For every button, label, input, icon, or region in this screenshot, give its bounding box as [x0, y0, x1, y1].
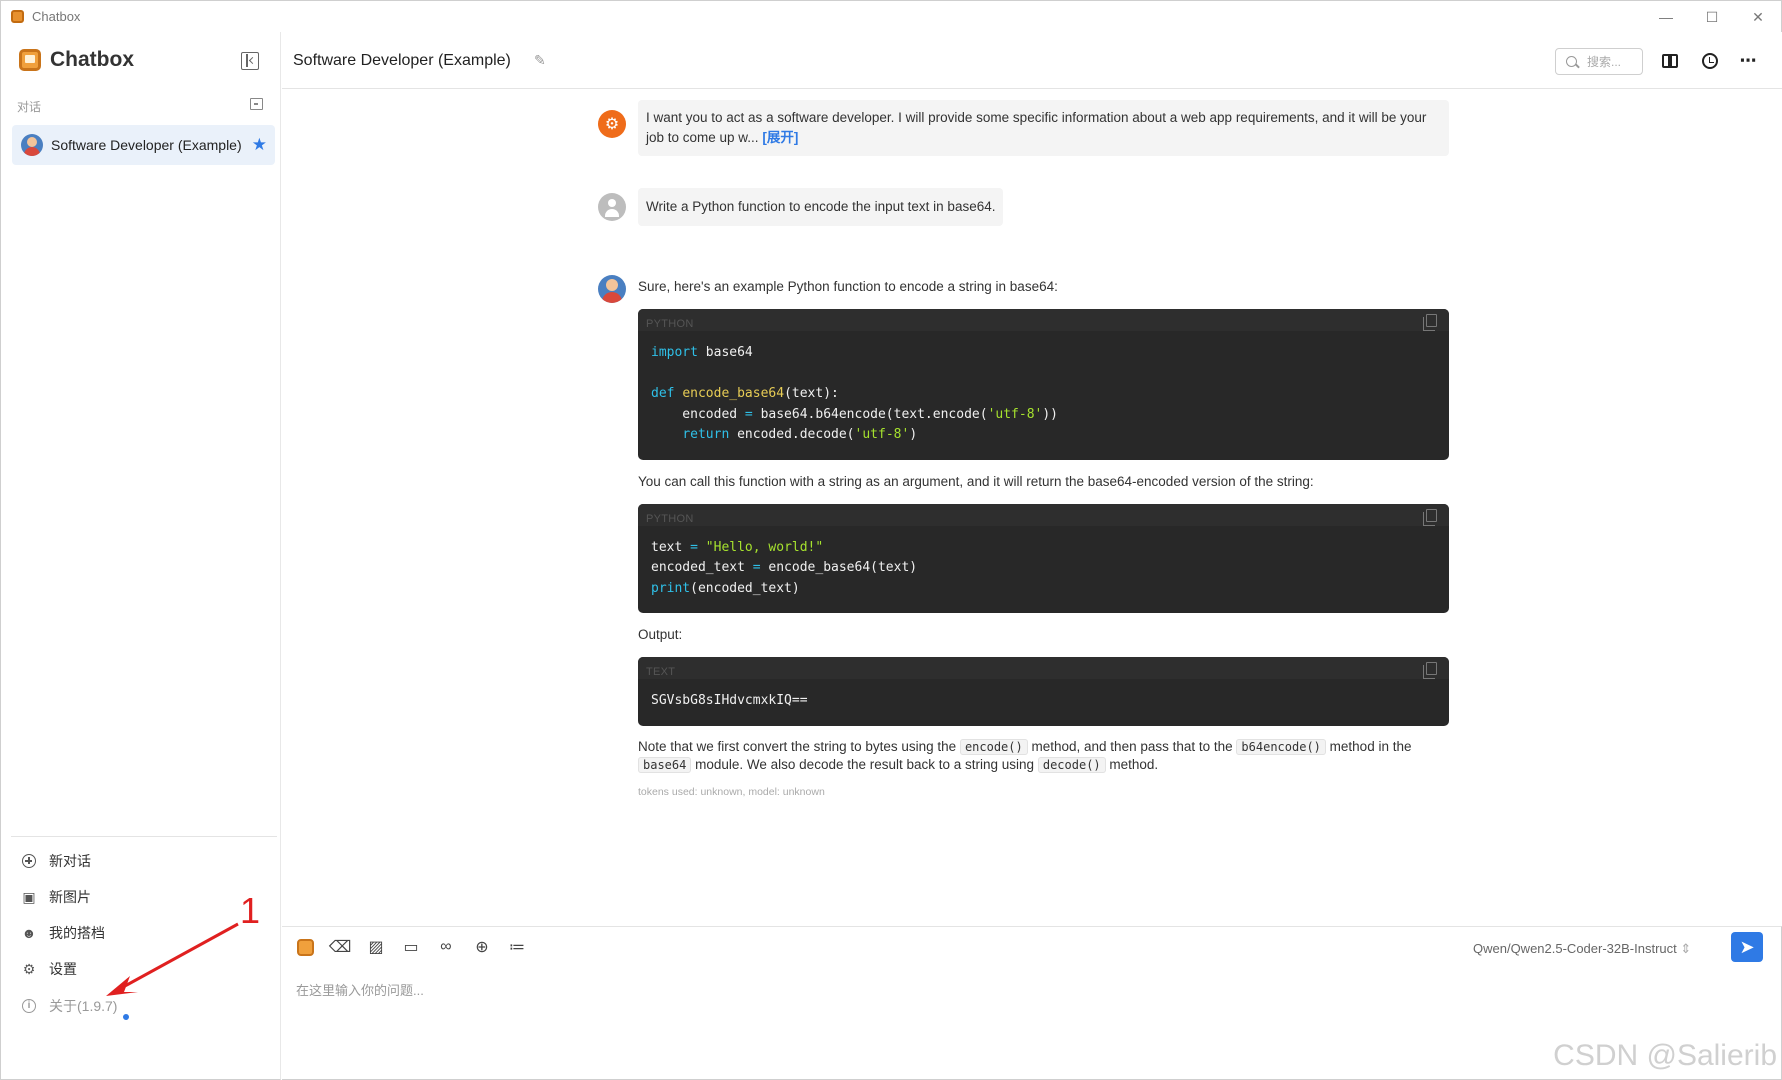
user-message: Write a Python function to encode the in… — [638, 188, 1004, 226]
new-image-button[interactable]: ▣ 新图片 — [21, 886, 91, 908]
copy-icon[interactable] — [1423, 508, 1437, 526]
model-name: Qwen/Qwen2.5-Coder-32B-Instruct — [1473, 941, 1677, 956]
message-list: ⚙ I want you to act as a software develo… — [282, 90, 1782, 926]
assistant-call-text: You can call this function with a string… — [638, 473, 1314, 489]
watermark: CSDN @Salierib — [1553, 1039, 1777, 1072]
more-icon[interactable]: ⋯ — [1738, 51, 1758, 71]
code-header: PYTHON — [638, 309, 1449, 331]
minimize-icon[interactable]: — — [1643, 1, 1689, 33]
robot-icon: ☻ — [21, 925, 37, 941]
user-avatar — [598, 193, 626, 221]
maximize-icon[interactable]: ☐ — [1689, 1, 1735, 33]
info-icon: i — [21, 998, 37, 1014]
note-text: Note that we first convert the string to… — [638, 738, 957, 754]
token-usage: tokens used: unknown, model: unknown — [638, 785, 825, 798]
gear-icon: ⚙ — [22, 960, 36, 977]
expand-link[interactable]: [展开] — [762, 130, 798, 145]
archive-icon[interactable] — [250, 98, 263, 110]
note-text: method in the — [1329, 738, 1412, 754]
system-avatar-gear-icon: ⚙ — [598, 110, 626, 138]
settings-button[interactable]: ⚙ 设置 — [21, 958, 77, 980]
note-text: module. We also decode the result back t… — [695, 756, 1035, 772]
new-chat-button[interactable]: 新对话 — [21, 850, 91, 872]
brand-name: Chatbox — [50, 48, 134, 71]
new-chat-label: 新对话 — [49, 853, 91, 869]
edit-icon[interactable]: ✎ — [534, 52, 546, 69]
close-icon[interactable]: ✕ — [1735, 1, 1781, 33]
link-icon[interactable]: ∞ — [435, 936, 457, 958]
inline-code: base64 — [638, 756, 692, 773]
input-area: ⌫ ▨ ▭ ∞ ⊕ ≔ Qwen/Qwen2.5-Coder-32B-Instr… — [282, 926, 1782, 1080]
model-selector[interactable]: Qwen/Qwen2.5-Coder-32B-Instruct ⇕ — [1473, 941, 1691, 957]
send-button[interactable]: ➤ — [1731, 932, 1763, 962]
chevron-updown-icon: ⇕ — [1680, 941, 1692, 956]
note-text: method. — [1109, 756, 1159, 772]
inline-code: decode() — [1037, 756, 1106, 773]
update-dot — [123, 1014, 129, 1020]
eraser-icon[interactable]: ⌫ — [329, 936, 352, 958]
star-icon[interactable]: ★ — [252, 135, 267, 155]
chat-title: Software Developer (Example) — [293, 52, 511, 69]
message-input[interactable]: 在这里输入你的问题... — [296, 980, 424, 999]
assistant-avatar — [598, 275, 626, 303]
chatbox-logo-icon[interactable] — [294, 936, 316, 958]
search-placeholder: 搜索... — [1587, 55, 1622, 69]
my-copilots-label: 我的搭档 — [49, 925, 105, 941]
brand: Chatbox — [19, 48, 134, 72]
window-titlebar: Chatbox — ☐ ✕ — [0, 0, 1782, 32]
chat-header: Software Developer (Example) ✎ 搜索... ⋯ — [282, 32, 1782, 89]
new-image-label: 新图片 — [49, 889, 91, 905]
search-icon — [1566, 56, 1577, 67]
sidebar-divider — [11, 836, 277, 837]
code-block-2: PYTHON text = "Hello, world!" encoded_te… — [638, 503, 1449, 613]
code-header: PYTHON — [638, 503, 1449, 526]
copy-icon[interactable] — [1423, 662, 1437, 679]
assistant-note: Note that we first convert the string to… — [638, 738, 1449, 774]
annotation-arrow — [106, 922, 239, 996]
code-language: TEXT — [646, 666, 676, 678]
search-button[interactable]: 搜索... — [1555, 48, 1643, 75]
assistant-output-label: Output: — [638, 627, 683, 642]
folder-icon[interactable]: ▭ — [400, 936, 422, 958]
image-icon[interactable]: ▨ — [365, 936, 387, 958]
chatbox-logo-icon — [19, 49, 41, 71]
collapse-sidebar-icon[interactable] — [241, 52, 259, 70]
code-language: PYTHON — [646, 512, 694, 525]
assistant-message: Sure, here's an example Python function … — [638, 277, 1449, 802]
image-plus-icon: ▣ — [22, 888, 36, 905]
assistant-intro: Sure, here's an example Python function … — [638, 279, 1058, 294]
inline-code: b64encode() — [1236, 738, 1326, 755]
my-copilots-button[interactable]: ☻ 我的搭档 — [21, 922, 105, 944]
conversations-label: 对话 — [17, 100, 42, 114]
window-title: Chatbox — [32, 9, 81, 24]
code-content: import base64 def encode_base64(text): e… — [651, 345, 1059, 442]
window-controls: — ☐ ✕ — [1643, 1, 1781, 33]
chatbox-app-icon — [11, 10, 24, 23]
code-header: TEXT — [638, 657, 1449, 679]
code-block-1: PYTHON import base64 def encode_base64(t… — [638, 309, 1449, 460]
inline-code: encode() — [959, 738, 1028, 755]
globe-icon[interactable]: ⊕ — [471, 936, 493, 958]
code-language: PYTHON — [646, 318, 694, 330]
code-content: SGVsbG8sIHdvcmxkIQ== — [651, 693, 808, 708]
history-icon[interactable] — [1700, 51, 1720, 71]
note-text: method, and then pass that to the — [1031, 738, 1233, 754]
developer-avatar — [21, 134, 43, 156]
settings-label: 设置 — [49, 961, 77, 977]
code-block-3: TEXT SGVsbG8sIHdvcmxkIQ== — [638, 657, 1449, 726]
conversation-title: Software Developer (Example) — [51, 137, 242, 153]
copy-icon[interactable] — [1423, 314, 1437, 331]
code-content: text = "Hello, world!" encoded_text = en… — [651, 539, 918, 596]
system-message: I want you to act as a software develope… — [638, 100, 1449, 156]
circle-plus-icon — [21, 853, 37, 869]
conversation-item[interactable]: Software Developer (Example) ★ — [12, 125, 275, 165]
split-view-icon[interactable] — [1660, 51, 1680, 71]
send-icon: ➤ — [1739, 936, 1755, 957]
sliders-icon[interactable]: ≔ — [506, 936, 528, 958]
